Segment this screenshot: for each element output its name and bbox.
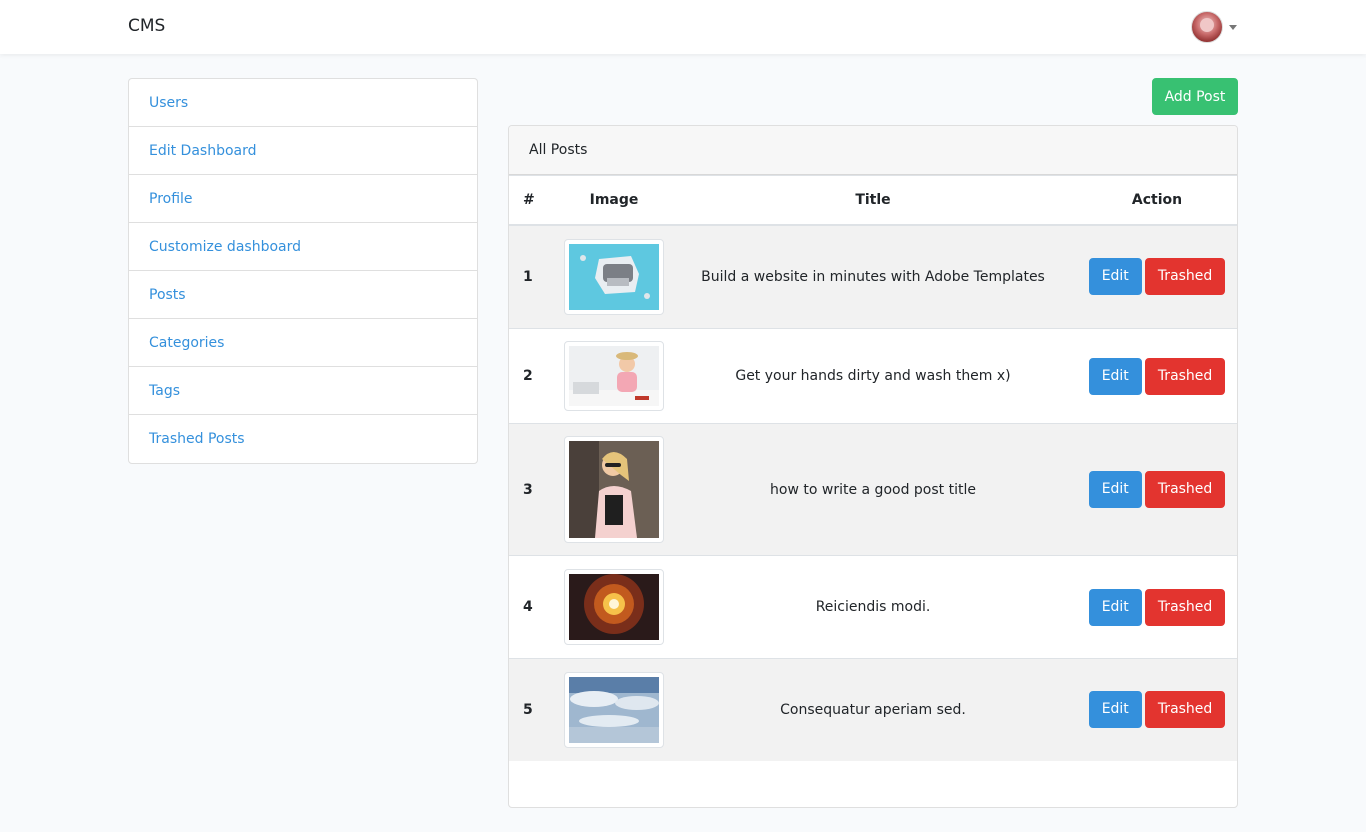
edit-button[interactable]: Edit <box>1088 588 1142 626</box>
post-title: how to write a good post title <box>669 423 1077 556</box>
row-number: 1 <box>509 224 559 329</box>
brand-logo[interactable]: CMS <box>128 16 165 36</box>
post-image <box>569 441 659 538</box>
action-cell: Edit Trashed <box>1077 555 1237 659</box>
navbar: CMS <box>0 0 1366 54</box>
trash-button[interactable]: Trashed <box>1144 357 1226 395</box>
table-row: 5 Consequatur aperiam sed. Edit Trashed <box>509 658 1237 761</box>
image-cell <box>559 555 669 659</box>
trash-button[interactable]: Trashed <box>1144 691 1226 729</box>
trash-button[interactable]: Trashed <box>1144 258 1226 296</box>
post-image <box>569 574 659 640</box>
image-cell <box>559 423 669 556</box>
post-image <box>569 243 659 310</box>
sidebar-item-posts[interactable]: Posts <box>129 271 477 319</box>
action-cell: Edit Trashed <box>1077 224 1237 329</box>
card-header: All Posts <box>509 126 1237 175</box>
sidebar-item-edit-dashboard[interactable]: Edit Dashboard <box>129 127 477 175</box>
post-thumbnail <box>564 436 664 543</box>
row-number: 2 <box>509 328 559 424</box>
sidebar-menu: Users Edit Dashboard Profile Customize d… <box>128 78 478 464</box>
sidebar-item-categories[interactable]: Categories <box>129 319 477 367</box>
post-title: Build a website in minutes with Adobe Te… <box>669 224 1077 329</box>
row-number: 4 <box>509 555 559 659</box>
caret-down-icon[interactable] <box>1229 24 1237 30</box>
avatar[interactable] <box>1191 11 1223 43</box>
sidebar-item-customize-dashboard[interactable]: Customize dashboard <box>129 223 477 271</box>
sidebar-item-tags[interactable]: Tags <box>129 367 477 415</box>
action-cell: Edit Trashed <box>1077 328 1237 424</box>
action-cell: Edit Trashed <box>1077 658 1237 761</box>
post-thumbnail <box>564 569 664 645</box>
post-title: Reiciendis modi. <box>669 555 1077 659</box>
edit-button[interactable]: Edit <box>1088 357 1142 395</box>
image-cell <box>559 224 669 329</box>
trash-button[interactable]: Trashed <box>1144 588 1226 626</box>
post-title: Consequatur aperiam sed. <box>669 658 1077 761</box>
table-row: 1 Build a website in minutes with Adobe … <box>509 224 1237 329</box>
column-header-num: # <box>509 175 559 226</box>
edit-button[interactable]: Edit <box>1088 691 1142 729</box>
posts-table: # Image Title Action 1 Build a website i… <box>509 175 1237 761</box>
sidebar-item-users[interactable]: Users <box>129 79 477 127</box>
post-image <box>569 346 659 406</box>
image-cell <box>559 328 669 424</box>
table-row: 4 Reiciendis modi. Edit Trashed <box>509 555 1237 659</box>
table-row: 2 Get your hands dirty and wash them x) … <box>509 328 1237 424</box>
posts-card: All Posts # Image Title Action 1 Build a… <box>508 125 1238 808</box>
image-cell <box>559 658 669 761</box>
edit-button[interactable]: Edit <box>1088 258 1142 296</box>
table-header-row: # Image Title Action <box>509 175 1237 226</box>
trash-button[interactable]: Trashed <box>1144 471 1226 508</box>
column-header-image: Image <box>559 175 669 226</box>
post-thumbnail <box>564 238 664 315</box>
add-post-button[interactable]: Add Post <box>1152 78 1238 115</box>
row-number: 3 <box>509 423 559 556</box>
post-title: Get your hands dirty and wash them x) <box>669 328 1077 424</box>
sidebar-item-profile[interactable]: Profile <box>129 175 477 223</box>
post-thumbnail <box>564 341 664 411</box>
post-image <box>569 676 659 743</box>
action-cell: Edit Trashed <box>1077 423 1237 556</box>
column-header-action: Action <box>1077 175 1237 226</box>
post-thumbnail <box>564 671 664 748</box>
sidebar-item-trashed-posts[interactable]: Trashed Posts <box>129 415 477 463</box>
edit-button[interactable]: Edit <box>1088 471 1142 508</box>
column-header-title: Title <box>669 175 1077 226</box>
row-number: 5 <box>509 658 559 761</box>
table-row: 3 how to write a good post title Edit Tr… <box>509 423 1237 556</box>
user-menu[interactable] <box>1191 11 1237 43</box>
